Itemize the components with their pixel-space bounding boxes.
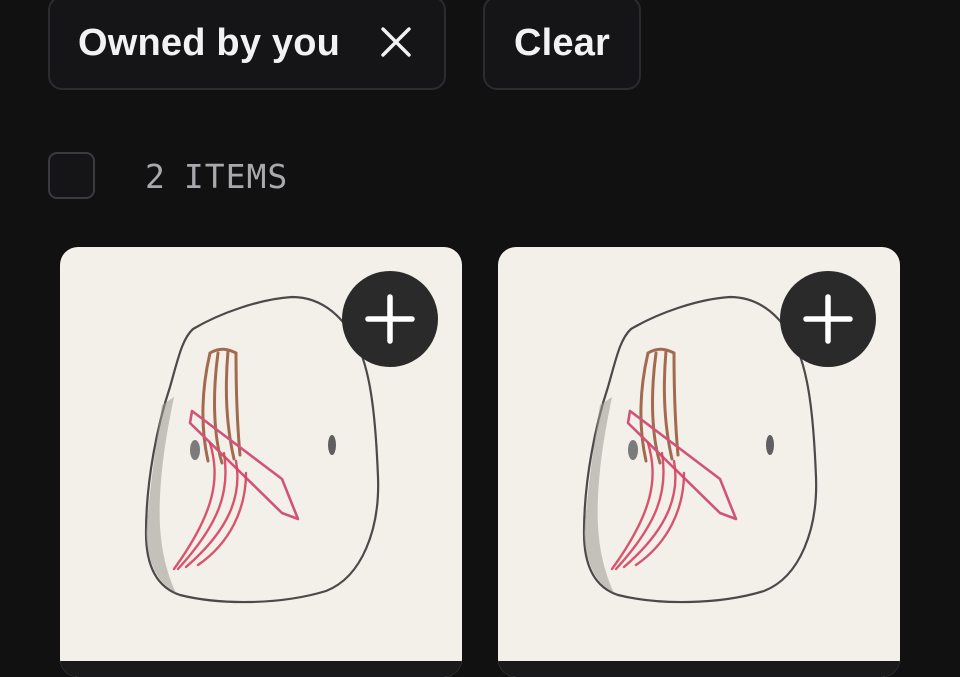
item-count-number: 2 [145,156,166,196]
clear-label: Clear [513,21,611,64]
card-footer [60,661,462,677]
clear-filters-button[interactable]: Clear [483,0,641,90]
item-card[interactable] [498,247,900,677]
filter-chip-owned[interactable]: Owned by you [48,0,446,90]
select-all-checkbox[interactable] [48,152,95,199]
add-item-button[interactable] [780,271,876,367]
card-footer [498,661,900,677]
item-count-unit: ITEMS [183,156,289,196]
item-card[interactable] [60,247,462,677]
close-icon[interactable] [380,25,412,57]
item-count: 2 ITEMS [145,154,288,198]
add-item-button[interactable] [342,271,438,367]
filter-chip-label: Owned by you [78,21,341,64]
plus-icon [365,294,415,344]
plus-icon [803,294,853,344]
